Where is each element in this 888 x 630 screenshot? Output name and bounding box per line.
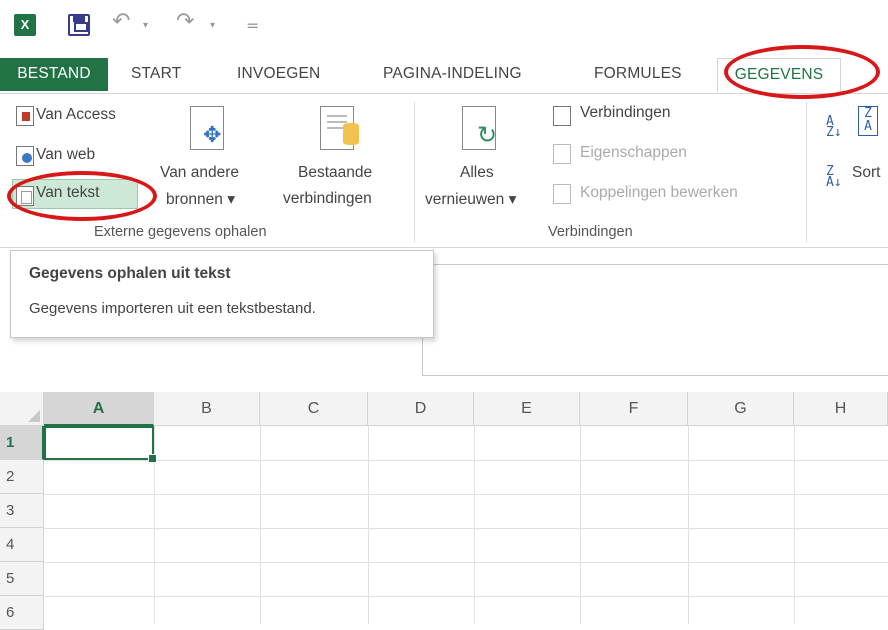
row-header-6[interactable]: 6 (0, 596, 44, 630)
sort-button[interactable]: Sort (852, 164, 880, 182)
grid-line (794, 426, 795, 624)
grid-line (260, 426, 261, 624)
properties-icon (553, 144, 571, 164)
alles-vernieuwen-line2[interactable]: vernieuwen ▾ (425, 190, 516, 209)
grid-line (44, 494, 888, 495)
redo-dropdown-icon[interactable]: ▾ (210, 20, 215, 31)
quick-access-toolbar: X ↶ ▾ ↷ ▾ = (0, 0, 888, 52)
row-header-4[interactable]: 4 (0, 528, 44, 562)
column-header-g[interactable]: G (688, 392, 794, 426)
column-header-a[interactable]: A (44, 392, 154, 426)
koppelingen-bewerken-button: Koppelingen bewerken (580, 184, 738, 201)
access-icon (16, 106, 34, 126)
bestaande-verbindingen-line1[interactable]: Bestaande (298, 164, 372, 182)
group-label-verbindingen: Verbindingen (548, 224, 633, 240)
redo-icon[interactable]: ↷ (176, 9, 194, 34)
active-cell-a1[interactable] (44, 426, 157, 463)
van-tekst-annotation-circle (7, 171, 157, 221)
column-header-e[interactable]: E (474, 392, 580, 426)
tab-start[interactable]: START (131, 58, 181, 92)
undo-icon[interactable]: ↶ (112, 9, 130, 34)
web-icon (16, 146, 34, 166)
grid-line (368, 426, 369, 624)
select-all-corner[interactable] (0, 392, 44, 426)
tab-invoegen[interactable]: INVOEGEN (237, 58, 320, 92)
gegevens-annotation-circle (724, 45, 880, 99)
undo-dropdown-icon[interactable]: ▾ (143, 20, 148, 31)
sort-ascending-icon[interactable]: A Z↓ (826, 115, 842, 139)
tab-formules[interactable]: FORMULES (594, 58, 682, 92)
tab-pagina-indeling[interactable]: PAGINA-INDELING (383, 58, 522, 92)
grid-line (580, 426, 581, 624)
excel-logo-icon: X (14, 14, 36, 36)
spreadsheet-grid: A B C D E F G H 1 2 3 4 5 6 (0, 392, 888, 630)
existing-connections-icon (320, 106, 359, 150)
grid-line (688, 426, 689, 624)
row-header-2[interactable]: 2 (0, 460, 44, 494)
sort-dialog-icon[interactable]: ZA (858, 106, 878, 136)
verbindingen-button[interactable]: Verbindingen (580, 104, 671, 122)
eigenschappen-button: Eigenschappen (580, 144, 687, 161)
row-header-5[interactable]: 5 (0, 562, 44, 596)
tooltip-title: Gegevens ophalen uit tekst (29, 265, 231, 282)
van-web-button[interactable]: Van web (36, 146, 95, 164)
van-access-button[interactable]: Van Access (36, 106, 116, 124)
group-separator (414, 102, 415, 242)
sheet-area-edge (422, 264, 888, 376)
grid-line (44, 528, 888, 529)
grid-line (44, 460, 888, 461)
row-header-3[interactable]: 3 (0, 494, 44, 528)
sort-descending-icon[interactable]: Z A↓ (826, 165, 842, 189)
column-header-f[interactable]: F (580, 392, 688, 426)
tooltip: Gegevens ophalen uit tekst Gegevens impo… (10, 250, 434, 338)
ribbon-panel: Van Access Van web Van andere bronnen ▾ … (0, 94, 888, 248)
group-label-externe-gegevens: Externe gegevens ophalen (94, 224, 267, 240)
group-separator (806, 102, 807, 242)
van-andere-bronnen-line1[interactable]: Van andere (160, 164, 239, 182)
column-header-c[interactable]: C (260, 392, 368, 426)
column-header-d[interactable]: D (368, 392, 474, 426)
bestaande-verbindingen-line2[interactable]: verbindingen (283, 190, 372, 208)
grid-line (44, 596, 888, 597)
edit-links-icon (553, 184, 571, 204)
row-header-1[interactable]: 1 (0, 426, 44, 460)
column-header-b[interactable]: B (154, 392, 260, 426)
van-andere-bronnen-line2[interactable]: bronnen ▾ (166, 190, 235, 209)
connections-icon (553, 106, 571, 126)
grid-line (44, 562, 888, 563)
column-header-h[interactable]: H (794, 392, 888, 426)
other-sources-icon (190, 106, 224, 150)
customize-toolbar-icon[interactable]: = (246, 16, 259, 35)
save-icon[interactable] (68, 14, 90, 36)
tab-bestand[interactable]: BESTAND (0, 58, 108, 91)
tooltip-description: Gegevens importeren uit een tekstbestand… (29, 300, 316, 317)
grid-line (474, 426, 475, 624)
alles-vernieuwen-line1[interactable]: Alles (460, 164, 494, 182)
refresh-all-icon (462, 106, 497, 150)
